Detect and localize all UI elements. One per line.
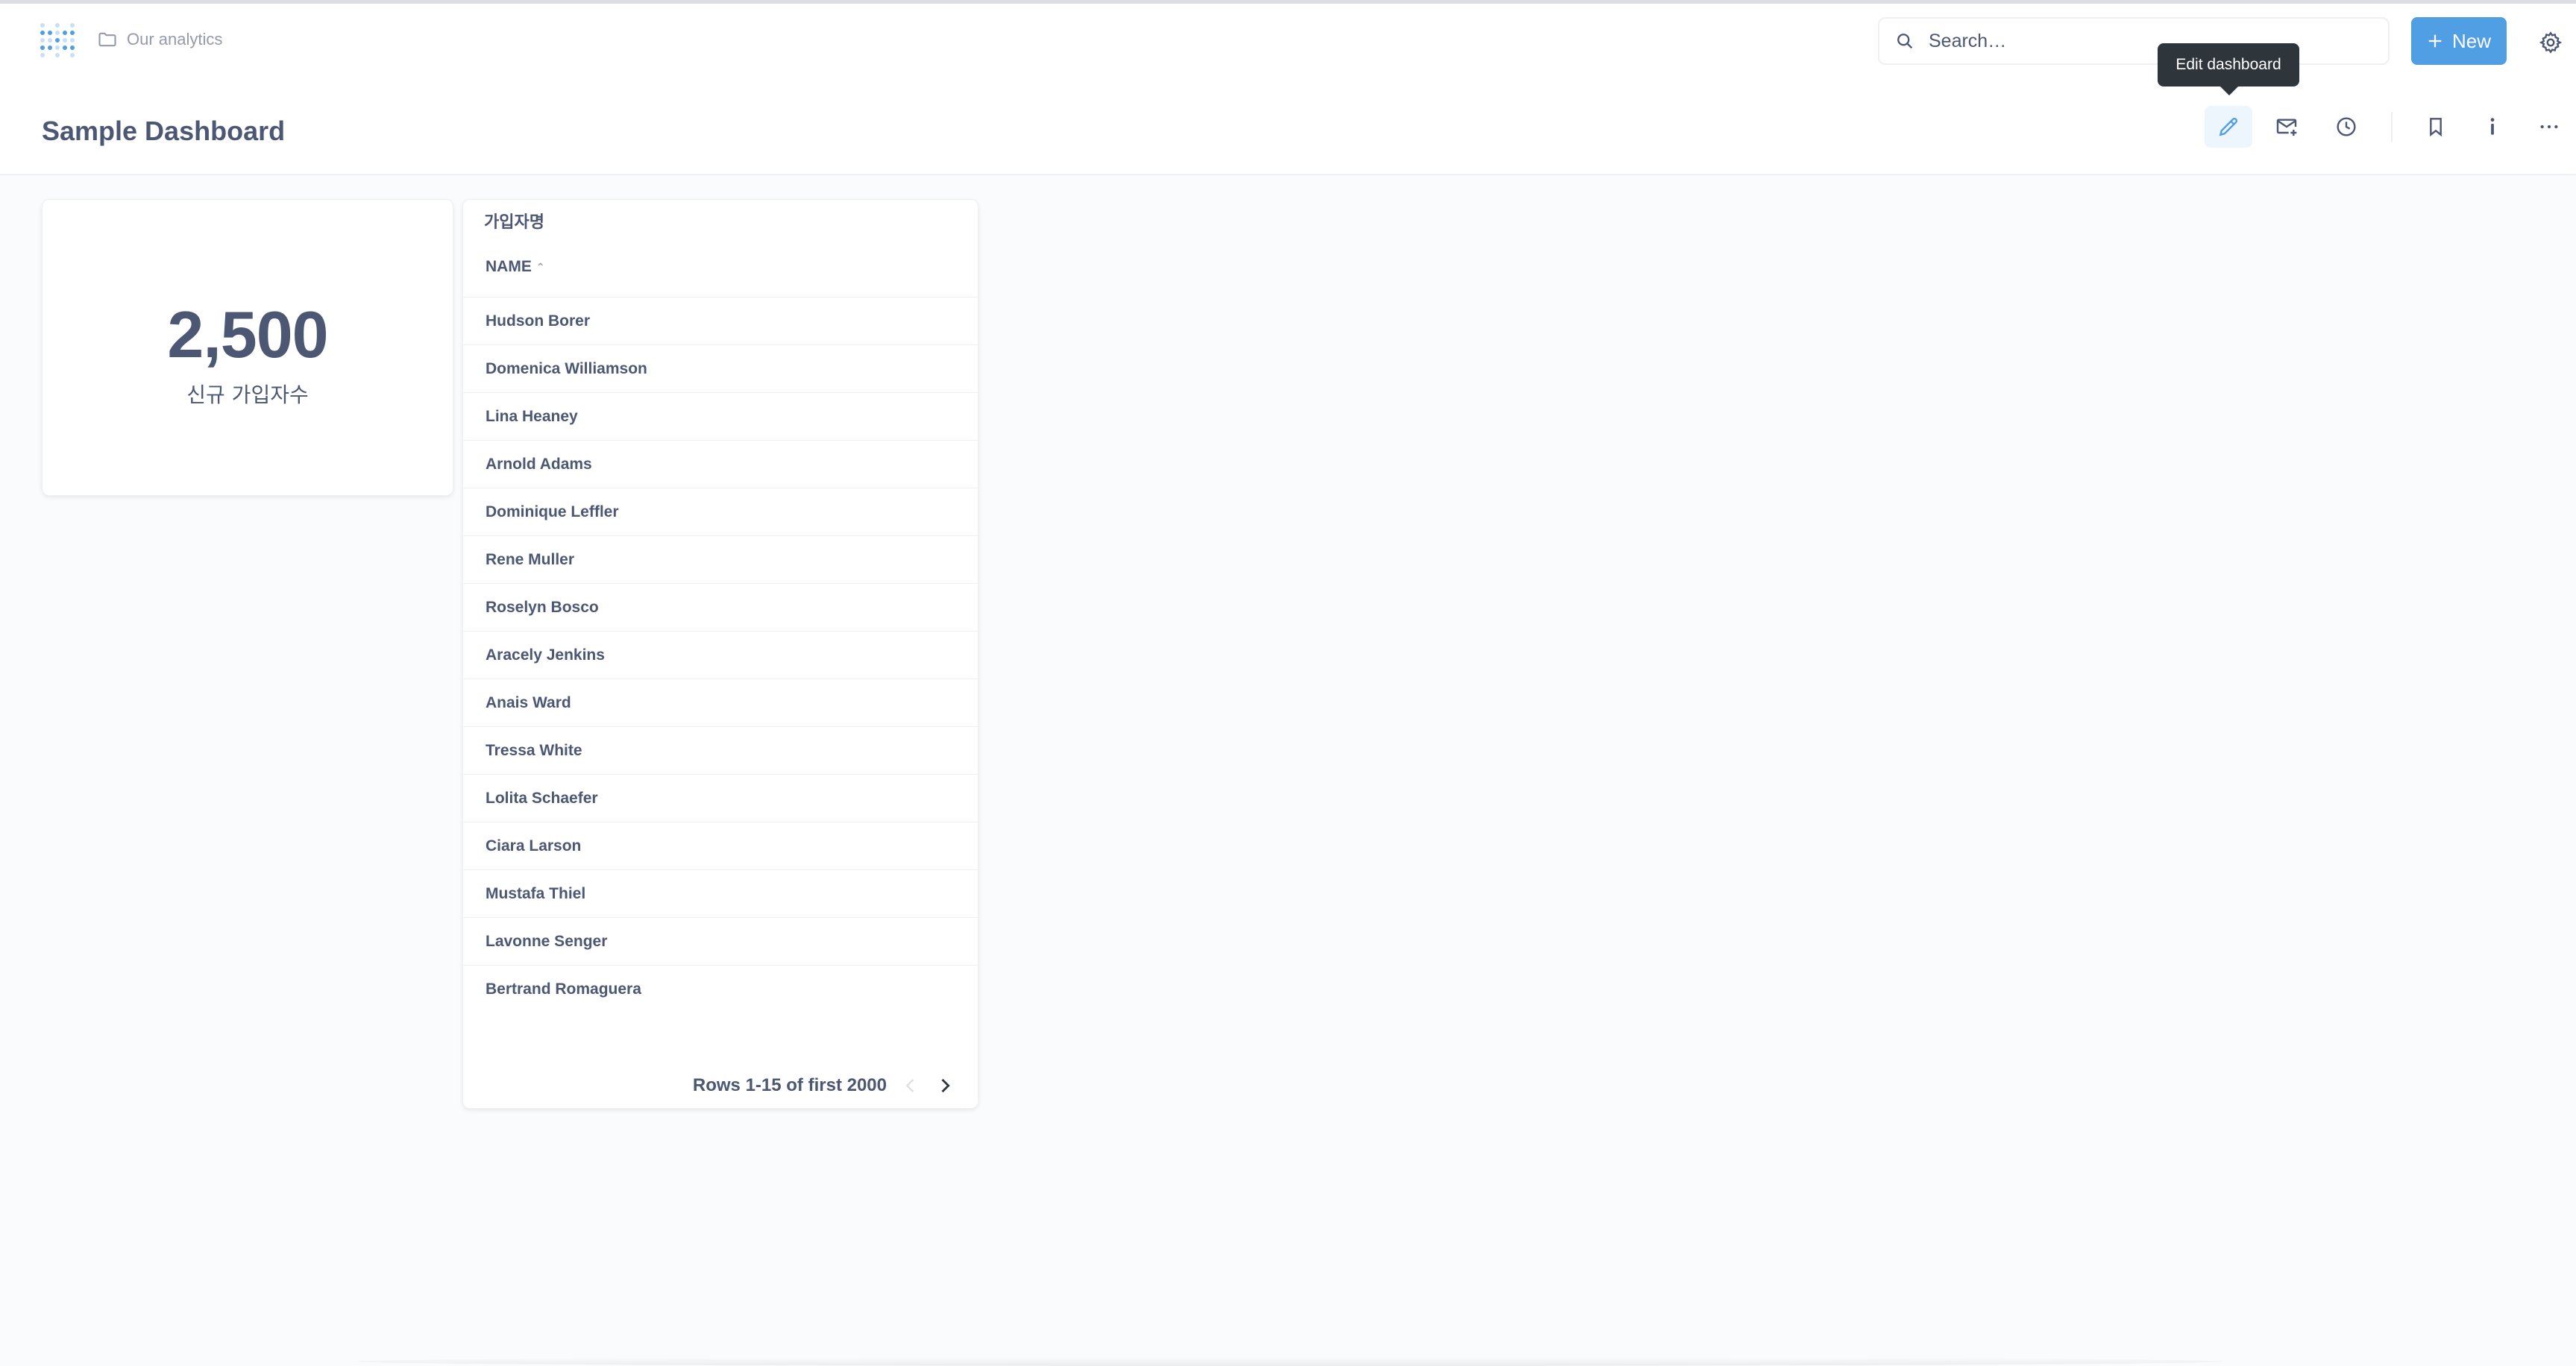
info-button[interactable] xyxy=(2469,106,2516,148)
table-row[interactable]: Rene Muller xyxy=(463,535,978,583)
page-title[interactable]: Sample Dashboard xyxy=(42,116,285,147)
table-pagination: Rows 1-15 of first 2000 xyxy=(693,1075,955,1096)
subscriptions-button[interactable] xyxy=(2263,106,2310,148)
info-icon xyxy=(2490,118,2495,135)
bottom-shadow xyxy=(358,1357,2222,1366)
pagination-text: Rows 1-15 of first 2000 xyxy=(692,1075,887,1095)
table-row[interactable]: Domenica Williamson xyxy=(463,344,978,392)
table-row[interactable]: Lina Heaney xyxy=(463,392,978,440)
table-row[interactable]: Dominique Leffler xyxy=(463,488,978,535)
scalar-value: 2,500 xyxy=(167,298,328,371)
edit-dashboard-tooltip: Edit dashboard xyxy=(2158,43,2299,95)
breadcrumb-collection[interactable]: Our analytics xyxy=(127,30,222,49)
gear-icon[interactable] xyxy=(2539,31,2563,54)
table-row[interactable]: Mustafa Thiel xyxy=(463,869,978,917)
metabase-logo-icon[interactable] xyxy=(40,23,76,59)
edit-dashboard-button[interactable] xyxy=(2205,106,2252,148)
table-row[interactable]: Lavonne Senger xyxy=(463,917,978,965)
search-input[interactable]: Search… xyxy=(1878,17,2390,65)
table-row[interactable]: Ciara Larson xyxy=(463,822,978,869)
table-row[interactable]: Anais Ward xyxy=(463,679,978,726)
table-row[interactable]: Arnold Adams xyxy=(463,440,978,488)
bookmark-icon xyxy=(2430,118,2442,137)
table-rows: Hudson Borer Domenica Williamson Lina He… xyxy=(463,297,978,1013)
clock-icon xyxy=(2337,117,2356,136)
new-button-label: New xyxy=(2451,29,2491,52)
column-header-name[interactable]: NAME ⌃ xyxy=(486,258,545,276)
table-row[interactable]: Aracely Jenkins xyxy=(463,631,978,679)
mail-add-icon xyxy=(2276,119,2297,136)
plus-icon xyxy=(2428,34,2442,48)
dashboard-header: Sample Dashboard xyxy=(0,78,2576,175)
table-row[interactable]: Roselyn Bosco xyxy=(463,583,978,631)
sort-ascending-icon: ⌃ xyxy=(535,260,545,273)
new-button[interactable]: New xyxy=(2411,17,2507,65)
breadcrumb[interactable]: Our analytics xyxy=(97,29,222,50)
folder-icon xyxy=(98,32,116,47)
table-row[interactable]: Lolita Schaefer xyxy=(463,774,978,822)
pencil-icon xyxy=(2219,117,2238,136)
header-divider xyxy=(2391,112,2393,142)
table-row[interactable]: Hudson Borer xyxy=(463,297,978,344)
table-row[interactable]: Bertrand Romaguera xyxy=(463,965,978,1013)
auto-refresh-button[interactable] xyxy=(2322,106,2370,148)
next-page-icon[interactable] xyxy=(934,1075,955,1096)
column-header-label: NAME xyxy=(486,258,532,275)
ellipsis-icon xyxy=(2540,125,2558,129)
scalar-card[interactable]: 2,500 신규 가입자수 xyxy=(42,199,453,496)
table-card: 가입자명 NAME ⌃ Hudson Borer Domenica Willia… xyxy=(462,199,978,1109)
scalar-label[interactable]: 신규 가입자수 xyxy=(43,379,453,409)
table-row[interactable]: Tressa White xyxy=(463,726,978,774)
search-icon xyxy=(1897,34,1913,49)
previous-page-icon[interactable] xyxy=(900,1075,921,1096)
search-placeholder: Search… xyxy=(1929,30,2007,51)
table-card-title[interactable]: 가입자명 xyxy=(484,209,544,233)
more-options-button[interactable] xyxy=(2525,106,2573,148)
bookmark-button[interactable] xyxy=(2412,106,2460,148)
